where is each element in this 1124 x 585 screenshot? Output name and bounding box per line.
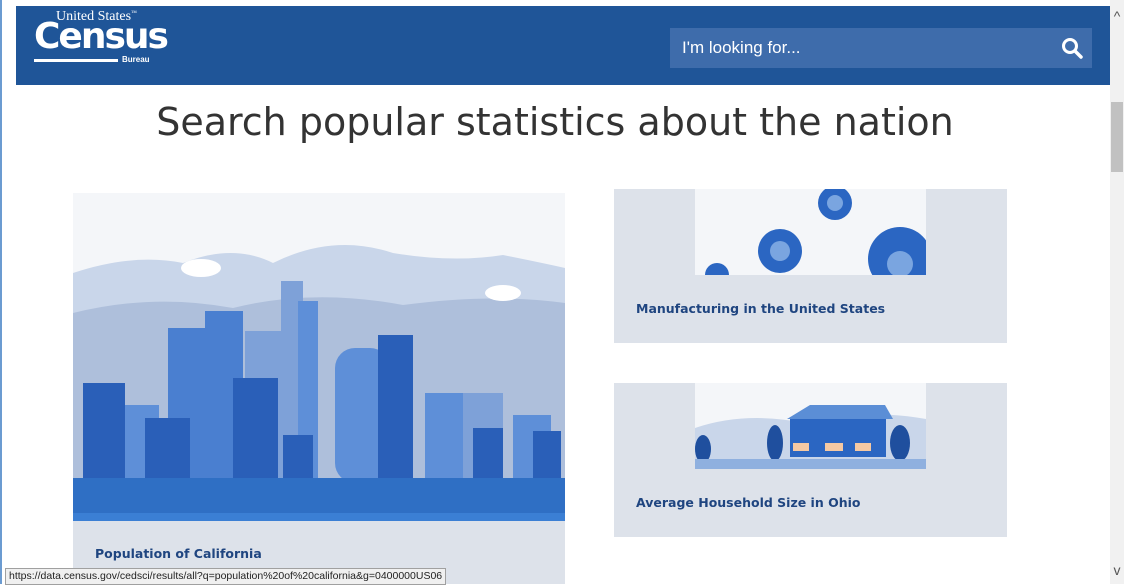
search-icon (1062, 38, 1083, 59)
logo-line-bureau: Bureau (122, 55, 150, 64)
house-image (695, 383, 926, 469)
status-bar-url: https://data.census.gov/cedsci/results/a… (5, 568, 447, 585)
census-logo[interactable]: United States™ Census Bureau (32, 9, 172, 69)
search-input[interactable] (670, 28, 1040, 68)
scroll-up-arrow-icon[interactable]: ^ (1110, 8, 1124, 28)
city-skyline-illustration (73, 193, 565, 521)
scroll-thumb[interactable] (1111, 102, 1123, 172)
house-illustration (695, 383, 926, 469)
city-skyline-image (73, 193, 565, 521)
card-label[interactable]: Average Household Size in Ohio (636, 495, 861, 510)
card-label[interactable]: Population of California (95, 546, 262, 561)
card-label[interactable]: Manufacturing in the United States (636, 301, 885, 316)
card-manufacturing[interactable]: Manufacturing in the United States (614, 189, 1007, 343)
logo-line-census: Census (34, 16, 169, 57)
search-box (670, 28, 1092, 68)
gears-illustration (695, 189, 926, 275)
vertical-scrollbar[interactable]: ^ v (1110, 0, 1124, 584)
scroll-down-arrow-icon[interactable]: v (1110, 562, 1124, 582)
page-title: Search popular statistics about the nati… (156, 100, 954, 144)
card-population-california[interactable]: Population of California (73, 193, 565, 584)
search-button[interactable] (1060, 36, 1084, 60)
card-household-ohio[interactable]: Average Household Size in Ohio (614, 383, 1007, 537)
logo-underline (34, 59, 118, 62)
site-header: United States™ Census Bureau (16, 6, 1110, 85)
gears-image (695, 189, 926, 275)
